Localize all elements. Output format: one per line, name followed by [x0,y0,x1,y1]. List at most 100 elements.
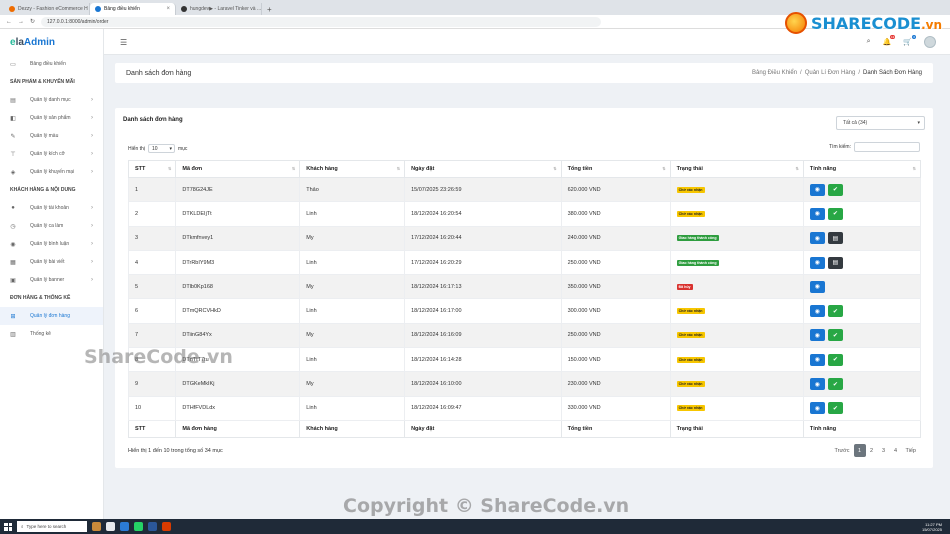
ok-button[interactable]: ✔ [827,207,843,220]
table-row: 10 DTHfFVDLdx Linh 18/12/2024 16:09:47 330.0… [127,395,922,421]
taskbar-vscode-icon[interactable] [120,522,129,531]
taskbar-app2-icon[interactable] [162,522,171,531]
taskbar-search[interactable]: ⌕ Type here to search [17,521,87,532]
ok-button[interactable]: ✔ [827,183,843,196]
new-tab-icon[interactable]: + [262,3,277,15]
breadcrumb-dashboard[interactable]: Bảng Điều Khiển [752,70,797,76]
notification-icon[interactable]: 🔔 13 [883,35,896,46]
cell-actions: ◉ ✔ [802,395,922,421]
column-footer: STT [127,419,177,438]
ok-button[interactable]: ✔ [827,329,843,342]
sidebar-item[interactable]: ● Quản lý tài khoản › [0,199,103,217]
sidebar-item[interactable]: ⊤ Quản lý kích cỡ › [0,145,103,163]
view-button[interactable]: ◉ [809,353,825,366]
view-button[interactable]: ◉ [809,305,825,318]
print-button[interactable]: ▤ [827,256,843,269]
print-button[interactable]: ▤ [827,232,843,245]
sidebar-item[interactable]: ◉ Quản lý bình luận › [0,235,103,253]
sidebar-item[interactable]: ✎ Quản lý màu › [0,127,103,145]
cell-actions: ◉ ✔ [802,176,922,203]
sidebar-item[interactable]: ◈ Quản lý khuyến mại › [0,163,103,181]
browser-tab[interactable]: Dezzy - Fashion eCommerce H× [4,3,90,15]
column-header[interactable]: Tính năng ⇅ [802,160,922,178]
browser-tab[interactable]: hungdev▶ - Laravel Tinker và ...× [176,3,262,15]
view-button[interactable]: ◉ [809,280,825,293]
column-header[interactable]: Ngày đặt ⇅ [404,160,562,178]
pager-next[interactable]: Tiếp [902,444,921,457]
ok-button[interactable]: ✔ [827,305,843,318]
browser-tab[interactable]: Bảng điều khiển × [90,3,176,15]
view-button[interactable]: ◉ [809,329,825,342]
view-button[interactable]: ◉ [809,402,825,415]
chevron-right-icon: › [91,133,93,139]
logo[interactable]: e la Admin [0,29,103,55]
sidebar-item[interactable]: ◧ Quản lý sản phẩm › [0,109,103,127]
cell-stt: 7 [127,322,177,349]
orders-table: STT ⇅ Mã đơn ⇅ Khách hàng ⇅ Ngày đặt ⇅ Tổng tiền… [127,160,922,438]
sidebar-item[interactable]: ▦ Quản lý bài viết › [0,253,103,271]
view-button[interactable]: ◉ [809,256,825,269]
view-button[interactable]: ◉ [809,207,825,220]
view-button[interactable]: ◉ [809,232,825,245]
pager-page[interactable]: 1 [853,444,866,457]
taskbar-chrome-icon[interactable] [106,522,115,531]
url-input[interactable]: 127.0.0.1:8000/admin/order [41,16,602,27]
back-icon[interactable]: ← [6,19,12,25]
sidebar-item-label: Thống kê [30,331,51,337]
table-footer-row: STT Mã đơn hàng Khách hàng Ngày đặt Tổng tiề… [127,419,922,438]
check-icon: ✔ [832,308,838,315]
pager-page[interactable]: 4 [890,444,902,457]
status-badge: Chờ xác nhận [676,405,705,412]
sidebar-item[interactable]: ◷ Quản lý ca làm › [0,217,103,235]
status-filter-value: Tất cả (34) [843,120,868,126]
check-icon: ✔ [832,381,838,388]
column-footer: Tổng tiền [560,419,671,438]
pager-prev[interactable]: Trước [830,444,853,457]
status-filter-select[interactable]: Tất cả (34) ▾ [836,116,925,130]
sidebar-item[interactable]: ▣ Quản lý banner › [0,271,103,289]
sidebar-item-dashboard[interactable]: ▭ Bảng điều khiển [0,55,103,73]
check-icon: ✔ [832,211,838,218]
search-input[interactable] [854,142,920,152]
ok-button[interactable]: ✔ [827,353,843,366]
windows-icon[interactable] [4,522,12,531]
column-header[interactable]: STT ⇅ [127,160,177,178]
column-header[interactable]: Tổng tiền ⇅ [560,160,671,178]
view-button[interactable]: ◉ [809,183,825,196]
sidebar-item-label: Quản lý bài viết [30,259,65,265]
search-icon[interactable]: ⌕ [867,38,871,46]
cart-icon[interactable]: 🛒 0 [903,35,916,46]
breadcrumb-orders[interactable]: Quản Lí Đơn Hàng [805,70,856,76]
hamburger-icon[interactable]: ☰ [120,38,127,47]
table-row: 3 DTkmfnvey1 My 17/12/2024 16:20:44 240.000 … [127,225,922,251]
pager-page[interactable]: 2 [866,444,878,457]
column-header[interactable]: Mã đơn ⇅ [175,160,301,178]
close-icon[interactable]: × [163,6,170,12]
print-icon: ▤ [832,260,839,267]
taskbar-word-icon[interactable] [148,522,157,531]
cell-status: Chờ xác nhận [669,371,804,397]
forward-icon[interactable]: → [18,19,24,25]
sidebar-item-label: Quản lý banner [30,277,65,283]
ok-button[interactable]: ✔ [827,378,843,391]
avatar[interactable] [924,36,936,48]
page-length-select[interactable]: 10 ▾ [147,144,175,153]
sidebar-item[interactable]: ⊞ Quản lý đơn hàng [0,307,103,325]
sidebar-item[interactable]: ▤ Quản lý danh mục › [0,91,103,109]
sidebar-item[interactable]: ▥ Thống kê [0,325,103,343]
cell-customer: Linh [299,201,406,227]
view-button[interactable]: ◉ [809,378,825,391]
cell-stt: 1 [127,176,177,203]
taskbar-whatsapp-icon[interactable] [134,522,143,531]
pager-page[interactable]: 3 [878,444,890,457]
dashboard-icon: ▭ [10,61,16,68]
taskbar-app-icon[interactable] [92,522,101,531]
watermark-bottom: Copyright © ShareCode.vn [343,495,630,517]
brand-name: SHARECODE [810,13,922,33]
ok-button[interactable]: ✔ [827,402,843,415]
column-header[interactable]: Trạng thái ⇅ [669,160,804,178]
column-header[interactable]: Khách hàng ⇅ [299,160,406,178]
sidebar-section-title: SẢN PHẨM & KHUYẾN MÃI [10,79,75,85]
cell-date: 17/12/2024 16:20:44 [404,225,562,251]
reload-icon[interactable]: ↻ [30,18,35,25]
